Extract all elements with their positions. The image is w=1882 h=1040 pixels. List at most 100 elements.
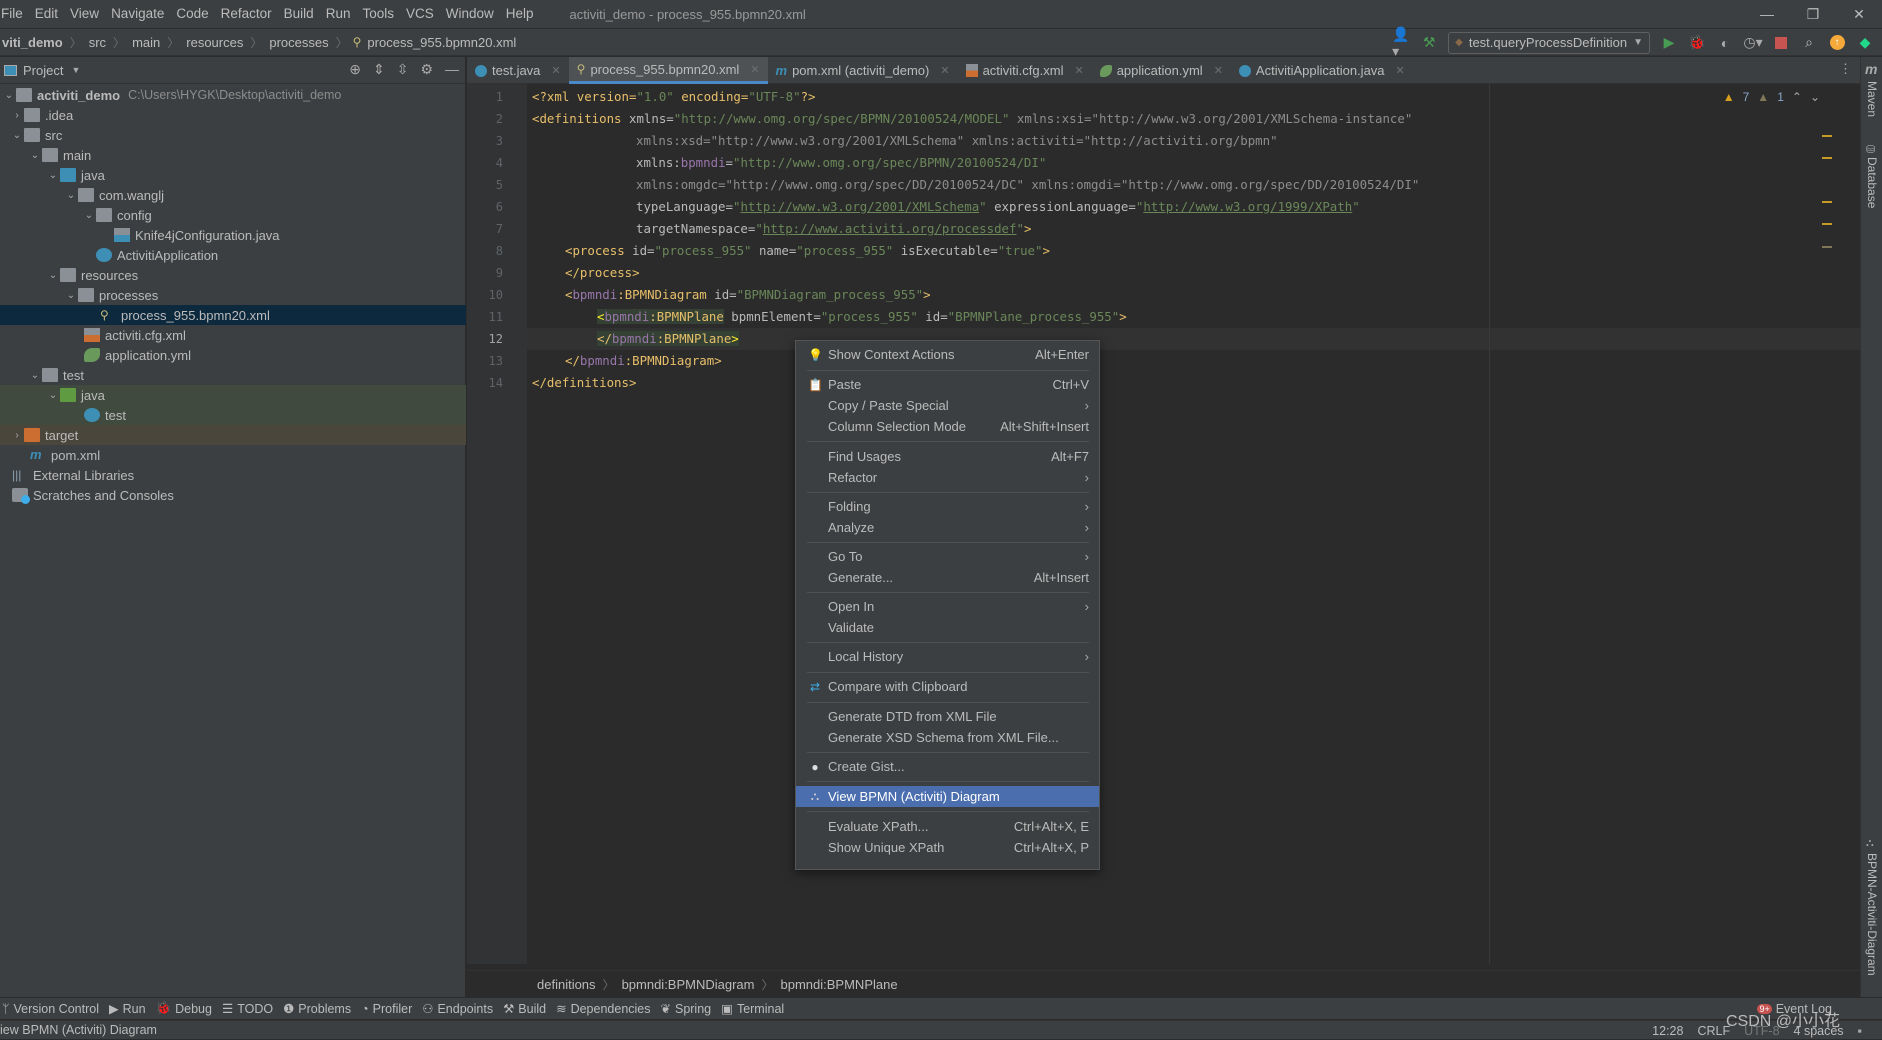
chevron-down-icon[interactable]: ⌄	[64, 190, 78, 201]
tree-item-pom[interactable]: m pom.xml	[0, 445, 466, 465]
close-tab-icon[interactable]: ✕	[551, 64, 560, 77]
menu-item-show-unique-xpath[interactable]: Show Unique XPath Ctrl+Alt+X, P	[796, 837, 1099, 858]
code-line-6[interactable]: typeLanguage="http://www.w3.org/2001/XML…	[636, 196, 1360, 218]
close-tab-icon[interactable]: ✕	[1214, 64, 1223, 77]
locate-icon[interactable]: ⊕	[349, 61, 361, 78]
xml-crumb[interactable]: bpmndi:BPMNDiagram	[620, 977, 757, 992]
breadcrumb-src[interactable]: src	[87, 35, 108, 50]
code-line-2[interactable]: <definitions xmlns="http://www.omg.org/s…	[532, 108, 1412, 130]
error-stripe-marker[interactable]	[1822, 135, 1832, 137]
xml-crumb[interactable]: bpmndi:BPMNPlane	[779, 977, 900, 992]
code-line-12[interactable]: </bpmndi:BPMNPlane>	[597, 328, 739, 350]
inspection-widget[interactable]: ▲ 7 ▲ 1 ⌃ ⌄	[1723, 90, 1820, 104]
breadcrumb-project[interactable]: viti_demo	[0, 35, 65, 50]
tree-item-config[interactable]: ⌄ config	[0, 205, 466, 225]
xml-crumb[interactable]: definitions	[535, 977, 598, 992]
debug-icon[interactable]: 🐞	[1688, 34, 1706, 52]
run-configuration-select[interactable]: ◆ test.queryProcessDefinition ▼	[1448, 31, 1650, 54]
error-stripe-marker[interactable]	[1822, 223, 1832, 225]
menu-item-paste[interactable]: 📋 Paste Ctrl+V	[796, 374, 1099, 395]
profiler-icon[interactable]: ◷▾	[1743, 34, 1762, 52]
chevron-down-icon[interactable]: ⌄	[46, 270, 60, 281]
code-line-7[interactable]: targetNamespace="http://www.activiti.org…	[636, 218, 1031, 240]
tree-item-external-libraries[interactable]: ||| External Libraries	[0, 465, 466, 485]
breadcrumb-file[interactable]: process_955.bpmn20.xml	[365, 35, 518, 50]
build-hammer-icon[interactable]: ⚒	[1420, 34, 1438, 52]
tab-application-yml[interactable]: application.yml ✕	[1092, 57, 1231, 84]
chevron-right-icon[interactable]: ›	[10, 110, 24, 121]
code-line-9[interactable]: </process>	[565, 262, 640, 284]
menu-item-refactor[interactable]: Refactor ›	[796, 467, 1099, 488]
menu-run[interactable]: Run	[320, 0, 357, 28]
breadcrumb-resources[interactable]: resources	[184, 35, 245, 50]
tree-item-resources[interactable]: ⌄ resources	[0, 265, 466, 285]
hide-icon[interactable]: —	[445, 61, 459, 78]
tool-debug[interactable]: 🐞 Debug	[156, 1001, 222, 1016]
tool-problems[interactable]: ❶ Problems	[283, 1001, 361, 1017]
tool-profiler[interactable]: ◔ Profiler	[361, 1002, 422, 1016]
chevron-down-icon[interactable]: ⌄	[28, 150, 42, 161]
tree-item-package[interactable]: ⌄ com.wanglj	[0, 185, 466, 205]
run-icon[interactable]: ▶	[1660, 34, 1678, 52]
tab-test-java[interactable]: test.java ✕	[467, 57, 569, 84]
code-line-14[interactable]: </definitions>	[532, 372, 636, 394]
menu-file[interactable]: File	[0, 0, 29, 28]
tree-item-scratches[interactable]: Scratches and Consoles	[0, 485, 466, 505]
menu-item-generate-dtd[interactable]: Generate DTD from XML File	[796, 706, 1099, 727]
tree-item-idea[interactable]: › .idea	[0, 105, 466, 125]
bpmn-diagram-tool-button[interactable]: BPMN-Activiti-Diagram	[1865, 853, 1879, 976]
menu-refactor[interactable]: Refactor	[215, 0, 278, 28]
tool-dependencies[interactable]: ≋ Dependencies	[556, 1001, 660, 1017]
user-icon[interactable]: 👤▾	[1392, 26, 1410, 59]
menu-edit[interactable]: Edit	[29, 0, 64, 28]
close-tab-icon[interactable]: ✕	[940, 64, 949, 77]
caret-position[interactable]: 12:28	[1652, 1024, 1683, 1038]
chevron-down-icon[interactable]: ⌄	[2, 90, 16, 101]
menu-item-validate[interactable]: Validate	[796, 617, 1099, 638]
chevron-right-icon[interactable]: ›	[10, 430, 24, 441]
tree-item-test-class[interactable]: test	[0, 405, 466, 425]
chevron-down-icon[interactable]: ⌄	[28, 370, 42, 381]
code-line-10[interactable]: <bpmndi:BPMNDiagram id="BPMNDiagram_proc…	[565, 284, 931, 306]
tab-pom[interactable]: m pom.xml (activiti_demo) ✕	[768, 57, 958, 84]
tree-item-activiti-application[interactable]: ActivitiApplication	[0, 245, 466, 265]
tool-todo[interactable]: ☰ TODO	[222, 1001, 283, 1017]
close-tab-icon[interactable]: ✕	[1396, 64, 1405, 77]
tree-item-java[interactable]: ⌄ java	[0, 165, 466, 185]
chevron-down-icon[interactable]: ⌄	[46, 390, 60, 401]
menu-item-compare-clipboard[interactable]: ⇄ Compare with Clipboard	[796, 676, 1099, 697]
menu-vcs[interactable]: VCS	[400, 0, 440, 28]
code-line-13[interactable]: </bpmndi:BPMNDiagram>	[565, 350, 722, 372]
close-icon[interactable]: ✕	[1836, 0, 1882, 28]
menu-item-view-bpmn-diagram[interactable]: ⛬ View BPMN (Activiti) Diagram	[796, 786, 1099, 807]
code-line-5[interactable]: xmlns:omgdc="http://www.omg.org/spec/DD/…	[636, 174, 1419, 196]
menu-item-evaluate-xpath[interactable]: Evaluate XPath... Ctrl+Alt+X, E	[796, 816, 1099, 837]
tree-item-activiti-cfg[interactable]: activiti.cfg.xml	[0, 325, 466, 345]
close-tab-icon[interactable]: ✕	[750, 63, 759, 76]
next-highlight-icon[interactable]: ⌄	[1810, 90, 1820, 104]
chevron-down-icon[interactable]: ⌄	[10, 130, 24, 141]
coverage-icon[interactable]: ◐	[1716, 34, 1734, 52]
chevron-down-icon[interactable]: ⌄	[82, 210, 96, 221]
tool-spring[interactable]: ❦ Spring	[661, 1001, 722, 1017]
more-tabs-icon[interactable]: ⋮	[1839, 61, 1852, 77]
menu-item-folding[interactable]: Folding ›	[796, 496, 1099, 517]
close-tab-icon[interactable]: ✕	[1074, 64, 1083, 77]
code-line-1[interactable]: <?xml version="1.0" encoding="UTF-8"?>	[532, 86, 816, 108]
code-line-4[interactable]: xmlns:bpmndi="http://www.omg.org/spec/BP…	[636, 152, 1046, 174]
menu-build[interactable]: Build	[278, 0, 320, 28]
gear-icon[interactable]: ⚙	[420, 61, 433, 78]
collapse-all-icon[interactable]: ⇳	[397, 61, 409, 78]
menu-item-create-gist[interactable]: ● Create Gist...	[796, 756, 1099, 777]
chevron-down-icon[interactable]: ⌄	[64, 290, 78, 301]
tree-item-test[interactable]: ⌄ test	[0, 365, 466, 385]
project-view-selector[interactable]: Project	[23, 63, 63, 78]
tool-run[interactable]: ▶ Run	[109, 1001, 156, 1017]
menu-window[interactable]: Window	[440, 0, 500, 28]
code-line-3[interactable]: xmlns:xsd="http://www.w3.org/2001/XMLSch…	[636, 130, 1278, 152]
tree-item-test-java[interactable]: ⌄ java	[0, 385, 466, 405]
tree-item-target[interactable]: › target	[0, 425, 466, 445]
chevron-down-icon[interactable]: ⌄	[46, 170, 60, 181]
tree-item-main[interactable]: ⌄ main	[0, 145, 466, 165]
menu-item-analyze[interactable]: Analyze ›	[796, 517, 1099, 538]
